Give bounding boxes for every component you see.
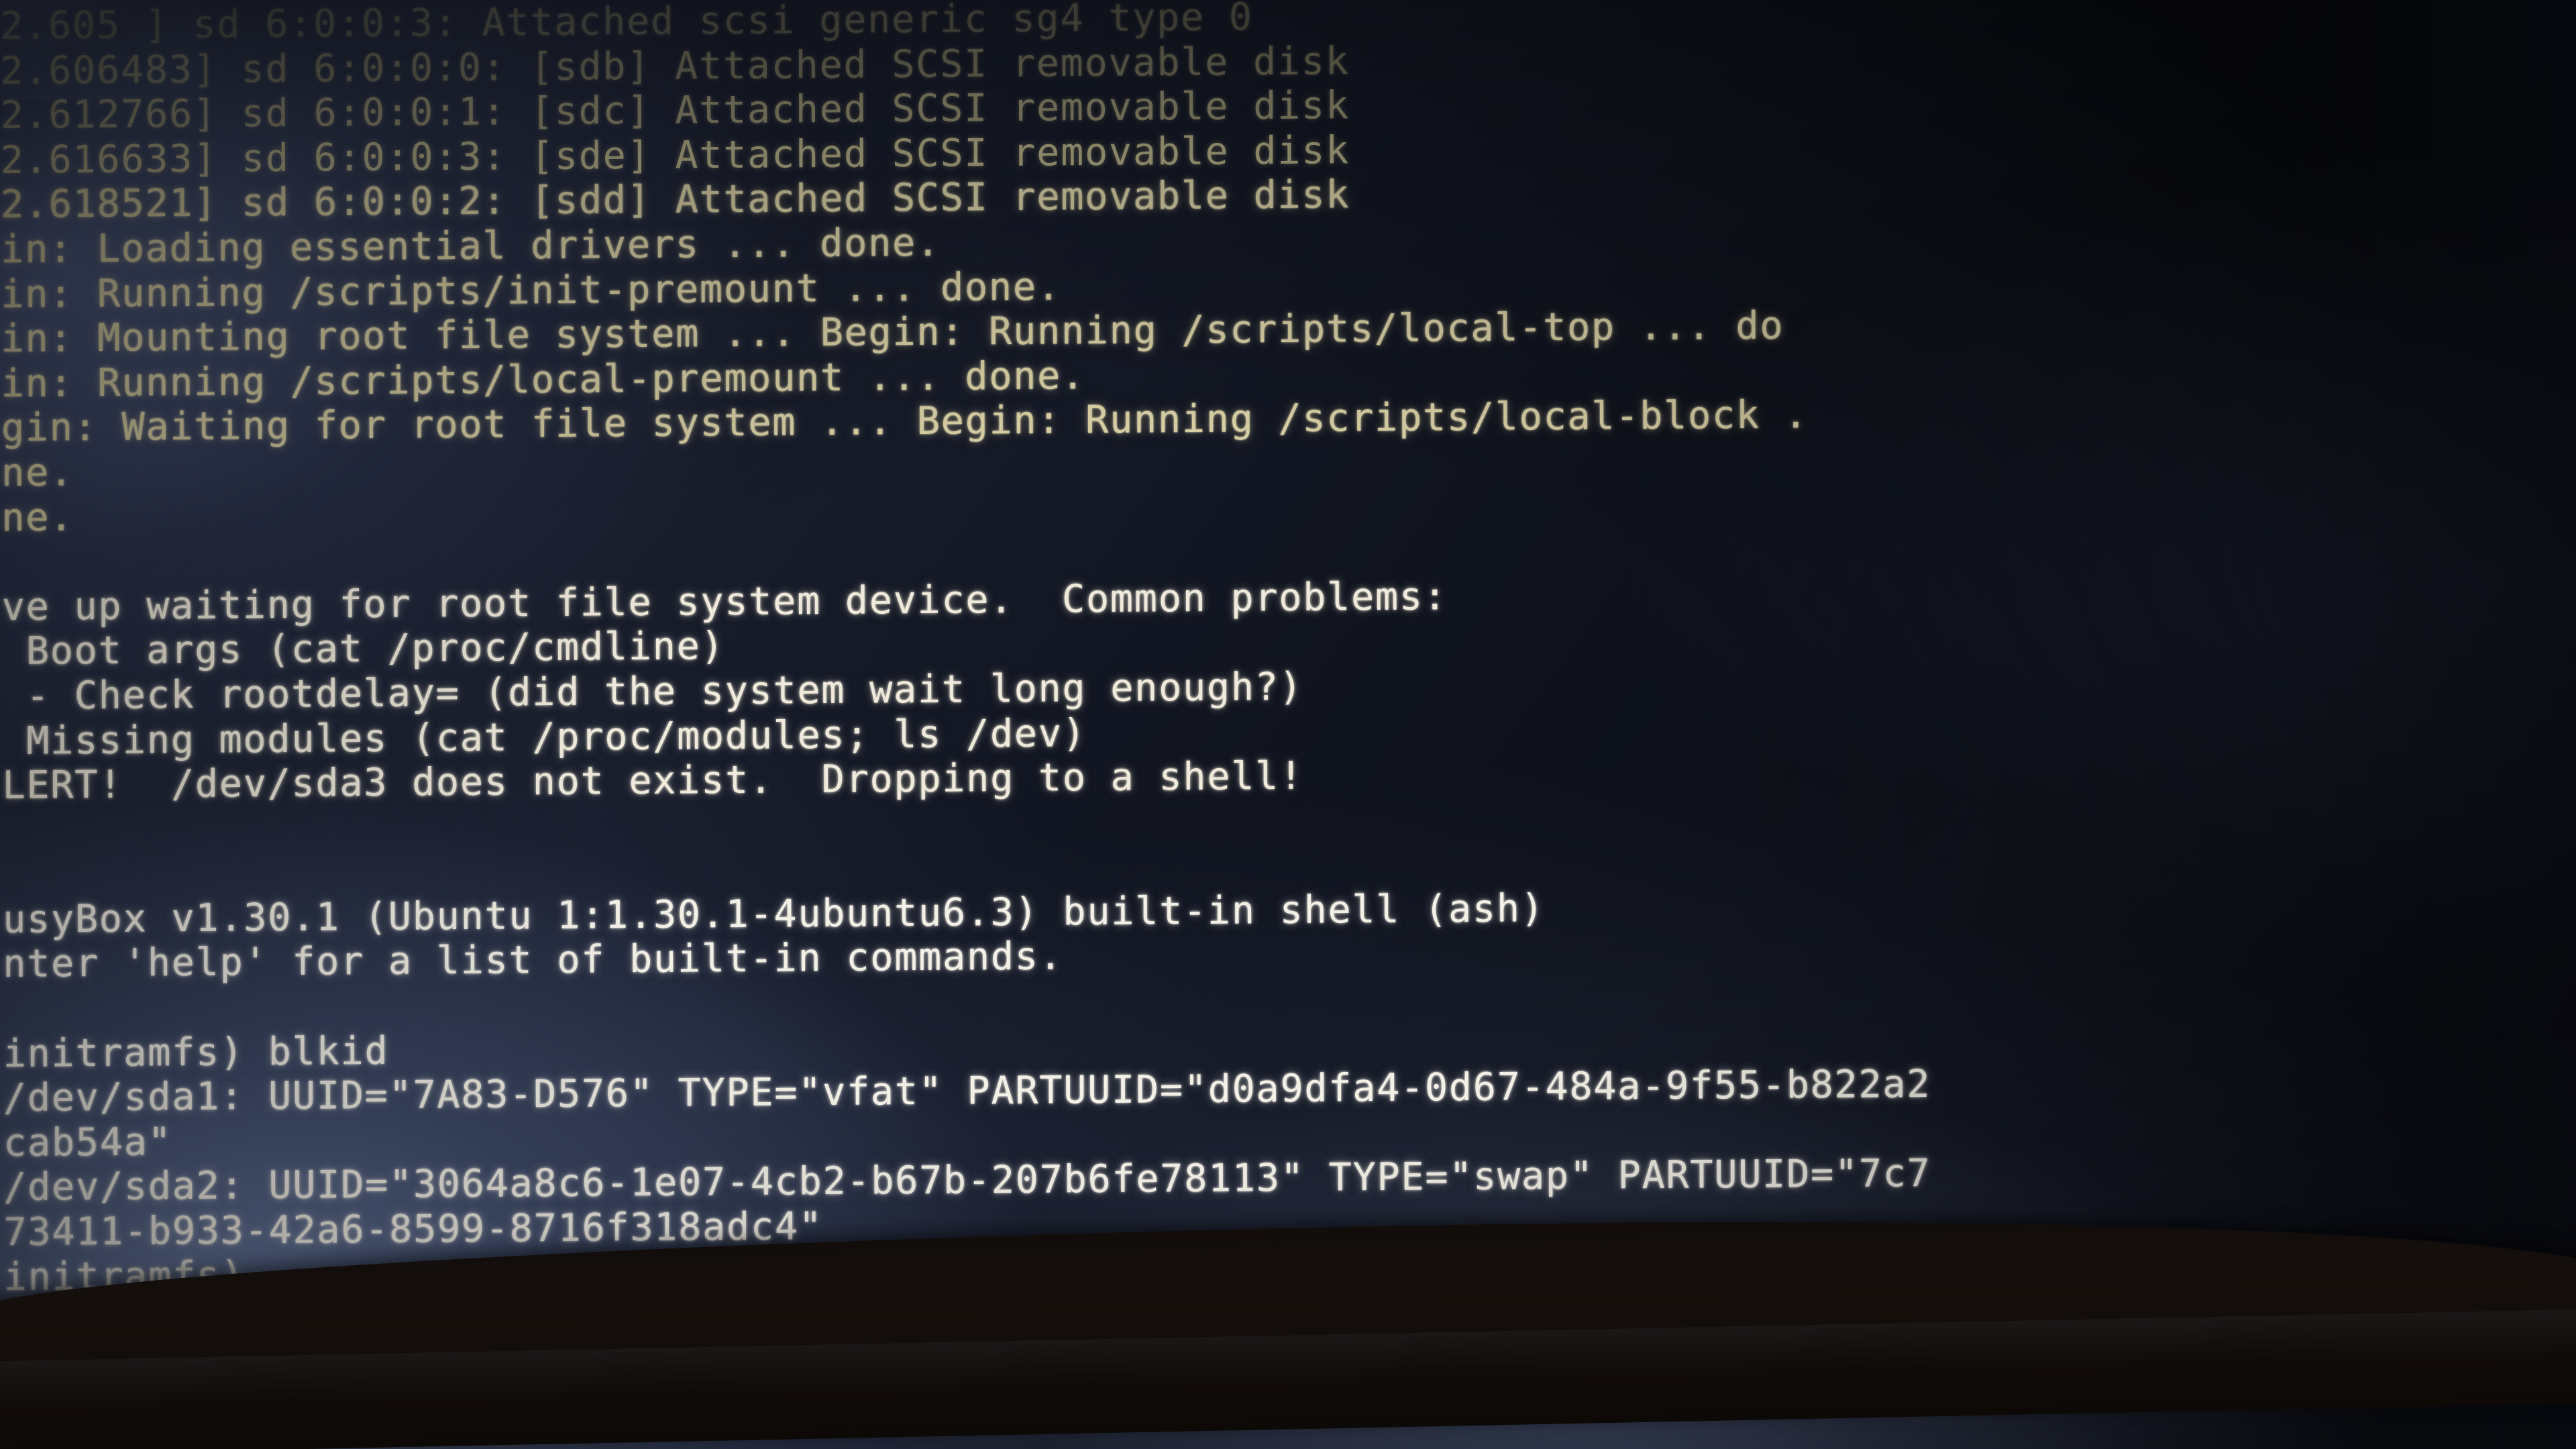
monitor-screenshot: 2.605 ] sd 6:0:0:3: Attached scsi generi… (0, 0, 2576, 1449)
console-output: 2.605 ] sd 6:0:0:3: Attached scsi generi… (0, 0, 2576, 1299)
